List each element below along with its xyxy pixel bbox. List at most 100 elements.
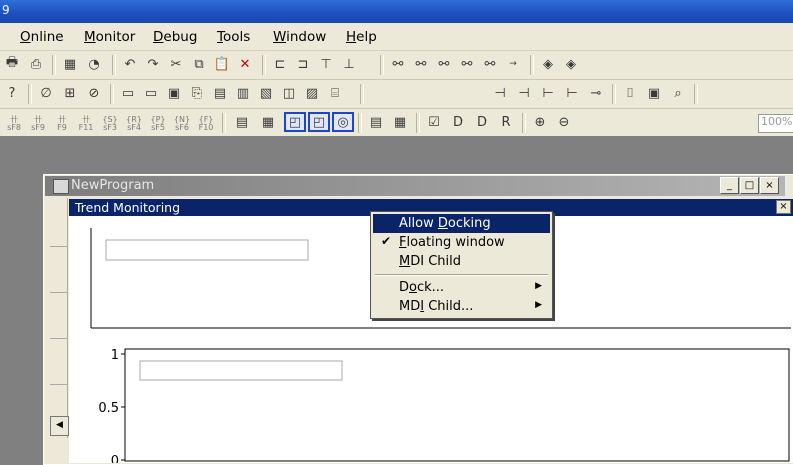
io-icon[interactable]: ▤ bbox=[366, 113, 386, 131]
fkey-button[interactable]: {F} F10 bbox=[196, 116, 216, 132]
table-icon[interactable]: ▤ bbox=[210, 84, 230, 102]
zoom-select[interactable]: 100% bbox=[758, 114, 793, 133]
insert-row-icon[interactable]: ⊏ bbox=[270, 55, 290, 73]
delete-icon[interactable]: ✕ bbox=[235, 55, 255, 73]
bookmark-next-icon[interactable]: ◈ bbox=[561, 55, 581, 73]
find-next-icon[interactable]: ⚯ bbox=[411, 55, 431, 73]
fkey-button[interactable]: 卄 F11 bbox=[76, 116, 96, 132]
monitor-stop-icon[interactable]: ▭ bbox=[141, 84, 161, 102]
scroll-left-button[interactable]: ◀ bbox=[50, 416, 69, 436]
list-icon[interactable]: ▤ bbox=[232, 113, 252, 131]
toolbar-fkeys: 卄 sF8 卄 sF9 卄 F9 卄 F11 {S} sF3 {R} sF4 {P} sF5 … bbox=[0, 109, 793, 137]
fkey-button[interactable]: {P} sF5 bbox=[148, 116, 168, 132]
memory-icon[interactable]: ▧ bbox=[256, 84, 276, 102]
trend-link-icon[interactable]: ◎ bbox=[332, 112, 354, 132]
check-icon: ✔ bbox=[381, 234, 392, 248]
preview-icon[interactable]: ⎙ bbox=[26, 55, 46, 73]
cut-icon[interactable]: ✂ bbox=[166, 55, 186, 73]
check-icon[interactable]: ☑ bbox=[424, 113, 444, 131]
submenu-arrow-icon: ▶ bbox=[535, 300, 542, 310]
menu-help[interactable]: Help bbox=[346, 29, 377, 45]
block-icon[interactable]: ▣ bbox=[644, 84, 664, 102]
menu-allow-docking[interactable]: Allow Docking bbox=[373, 214, 550, 233]
y-tick-label: 0 bbox=[111, 454, 119, 463]
delete-row-icon[interactable]: ⊐ bbox=[293, 55, 313, 73]
app-title-bar: 9 bbox=[0, 0, 793, 23]
zoom-out-icon[interactable]: ⊖ bbox=[554, 113, 574, 131]
wire-icon[interactable]: ∅ bbox=[36, 84, 56, 102]
trend-window-icon[interactable]: ◰ bbox=[308, 112, 330, 132]
y-tick-label: 0.5 bbox=[98, 401, 119, 416]
monitor-start-icon[interactable]: ▭ bbox=[118, 84, 138, 102]
trend-view-icon[interactable]: ◰ bbox=[284, 112, 306, 132]
fkey-button[interactable]: {R} sF4 bbox=[124, 116, 144, 132]
menu-monitor[interactable]: Monitor bbox=[84, 29, 135, 45]
write-icon[interactable]: ⎘ bbox=[187, 84, 207, 102]
minimize-button[interactable]: _ bbox=[720, 177, 739, 194]
disconnect-icon[interactable]: ⊘ bbox=[84, 84, 104, 102]
upper-legend-box bbox=[105, 239, 309, 261]
undo-icon[interactable]: ↶ bbox=[120, 55, 140, 73]
counter-icon[interactable]: ▦ bbox=[390, 113, 410, 131]
trend-close-button[interactable]: × bbox=[776, 200, 791, 214]
newprogram-title-bar[interactable]: NewProgram _ □ × bbox=[45, 176, 785, 196]
menu-bar: Online Monitor Debug Tools Window Help bbox=[0, 23, 793, 51]
copy-icon[interactable]: ⧉ bbox=[189, 55, 209, 73]
lower-legend-box bbox=[139, 360, 343, 381]
toolbar-ladder: ? ∅ ⊞ ⊘ ▭ ▭ ▣ ⎘ ▤ ▥ ▧ ◫ ▨ ⌸ ⊣ ⊣ ⊢ ⊢ ⊸ ⌷ … bbox=[0, 80, 793, 109]
close-button[interactable]: × bbox=[760, 177, 779, 194]
module-icon[interactable]: ▥ bbox=[233, 84, 253, 102]
coil-icon[interactable]: ⊸ bbox=[586, 84, 606, 102]
menu-dock[interactable]: Dock... ▶ bbox=[373, 278, 550, 297]
maximize-button[interactable]: □ bbox=[740, 177, 759, 194]
grid-icon[interactable]: ▦ bbox=[60, 55, 80, 73]
help-icon[interactable]: ◔ bbox=[84, 55, 104, 73]
register-icon[interactable]: ▦ bbox=[258, 113, 278, 131]
menu-online[interactable]: Online bbox=[20, 29, 64, 45]
delete-col-icon[interactable]: ⊥ bbox=[339, 55, 359, 73]
replace-icon[interactable]: ⚯ bbox=[457, 55, 477, 73]
menu-window[interactable]: Window bbox=[273, 29, 326, 45]
device-r-icon[interactable]: R bbox=[496, 113, 516, 131]
find-icon[interactable]: ⚯ bbox=[388, 55, 408, 73]
fkey-button[interactable]: 卄 F9 bbox=[52, 116, 72, 132]
contact-p-icon[interactable]: ⊢ bbox=[538, 84, 558, 102]
redo-icon[interactable]: ↷ bbox=[143, 55, 163, 73]
find-contact-icon[interactable]: ⚯ bbox=[480, 55, 500, 73]
edit-icon[interactable]: ▨ bbox=[302, 84, 322, 102]
network-icon[interactable]: ⊞ bbox=[60, 84, 80, 102]
menu-floating-window[interactable]: ✔ Floating window bbox=[373, 233, 550, 252]
menu-mdi-child-submenu[interactable]: MDI Child... ▶ bbox=[373, 297, 550, 316]
device-monitor-icon[interactable]: ▣ bbox=[164, 84, 184, 102]
step-icon[interactable]: → bbox=[503, 55, 523, 73]
context-help-icon[interactable]: ? bbox=[2, 84, 22, 102]
menu-tools[interactable]: Tools bbox=[217, 29, 250, 45]
fkey-button[interactable]: 卄 sF8 bbox=[4, 116, 24, 132]
contact-n-icon[interactable]: ⊢ bbox=[562, 84, 582, 102]
menu-mdi-child[interactable]: MDI Child bbox=[373, 252, 550, 271]
chart-icon[interactable]: ⌸ bbox=[325, 84, 345, 102]
row-header: ◀ bbox=[50, 198, 69, 438]
menu-debug[interactable]: Debug bbox=[153, 29, 197, 45]
fkey-button[interactable]: {S} sF3 bbox=[100, 116, 120, 132]
program-icon bbox=[53, 179, 69, 194]
contact-nc-icon[interactable]: ⊣ bbox=[514, 84, 534, 102]
bookmark-icon[interactable]: ◈ bbox=[538, 55, 558, 73]
contact-no-icon[interactable]: ⊣ bbox=[490, 84, 510, 102]
insert-col-icon[interactable]: ⊤ bbox=[316, 55, 336, 73]
trend-icon[interactable]: ◫ bbox=[279, 84, 299, 102]
print-icon[interactable]: 🖶 bbox=[2, 55, 22, 73]
find-device-icon[interactable]: ⚯ bbox=[434, 55, 454, 73]
device-d-icon[interactable]: D bbox=[448, 113, 468, 131]
newprogram-title: NewProgram bbox=[71, 178, 155, 193]
app-title: 9 bbox=[2, 3, 10, 17]
fkey-button[interactable]: 卄 sF9 bbox=[28, 116, 48, 132]
device-dv-icon[interactable]: D bbox=[472, 113, 492, 131]
fkey-button[interactable]: {N} sF6 bbox=[172, 116, 192, 132]
submenu-arrow-icon: ▶ bbox=[535, 281, 542, 291]
paste-icon[interactable]: 📋 bbox=[212, 55, 232, 73]
docking-context-menu: Allow Docking ✔ Floating window MDI Chil… bbox=[370, 211, 553, 319]
comment-icon[interactable]: ⌕ bbox=[668, 84, 688, 102]
func-icon[interactable]: ⌷ bbox=[620, 84, 640, 102]
zoom-in-icon[interactable]: ⊕ bbox=[530, 113, 550, 131]
